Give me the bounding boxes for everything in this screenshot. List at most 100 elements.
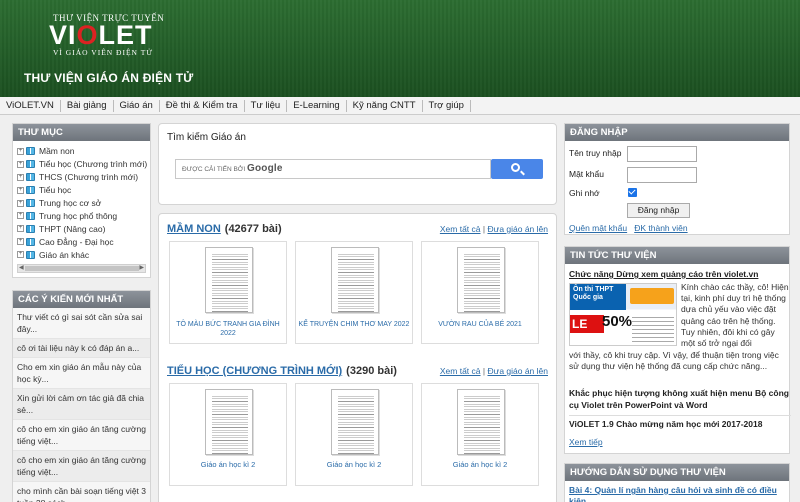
expand-icon[interactable]: +: [17, 212, 24, 220]
book-icon: [26, 211, 35, 220]
tree-item[interactable]: + Trung học phổ thông: [17, 209, 150, 222]
document-thumbnail: [205, 389, 253, 455]
username-input[interactable]: [627, 146, 697, 162]
lesson-card-title[interactable]: VƯỜN RAU CỦA BÉ 2021: [424, 320, 536, 329]
category-header: TIỂU HỌC (CHƯƠNG TRÌNH MỚI) (3290 bài): [167, 365, 397, 377]
forgot-password-link[interactable]: Quên mật khẩu: [569, 223, 627, 233]
view-all-link[interactable]: Xem tất cả: [440, 366, 481, 376]
expand-icon[interactable]: +: [17, 238, 24, 246]
login-title: ĐĂNG NHẬP: [565, 124, 789, 141]
category-title[interactable]: MẦM NON: [167, 223, 221, 235]
expand-icon[interactable]: +: [17, 173, 24, 181]
tree-item[interactable]: + Tiểu học (Chương trình mới): [17, 158, 150, 171]
nav-item-exams[interactable]: Đề thi & Kiểm tra: [160, 99, 245, 112]
lesson-card[interactable]: TÔ MÀU BỨC TRANH GIA ĐÌNH 2022: [169, 241, 287, 344]
horizontal-scrollbar[interactable]: ◀ ▶: [17, 264, 146, 274]
scroll-left-icon[interactable]: ◀: [19, 264, 24, 271]
search-title: Tìm kiếm Giáo án: [167, 132, 246, 143]
nav-item-violet[interactable]: ViOLET.VN: [6, 99, 61, 112]
guide-title: HƯỚNG DẪN SỬ DỤNG THƯ VIỆN: [565, 464, 789, 481]
lesson-card-title[interactable]: Giáo án học kì 2: [172, 460, 284, 469]
upload-link[interactable]: Đưa giáo án lên: [487, 366, 548, 376]
expand-icon[interactable]: +: [17, 147, 24, 155]
book-icon: [26, 250, 35, 259]
category-header: MẦM NON (42677 bài): [167, 223, 282, 235]
tree-item[interactable]: + Trung học cơ sở: [17, 197, 150, 210]
news-image-percent: 50%: [602, 313, 633, 330]
book-icon: [26, 237, 35, 246]
site-header: THƯ VIỆN TRỰC TUYẾN VIOLET VÌ GIÁO VIÊN …: [0, 0, 800, 97]
nav-item-materials[interactable]: Tư liệu: [245, 99, 288, 112]
news-body: Kính chào các thầy, cô! Hiện tại, kinh p…: [681, 282, 789, 349]
comments-title: CÁC Ý KIẾN MỚI NHẤT: [13, 291, 150, 308]
comment-item[interactable]: Thư viết có gì sai sót cần sửa sai đây..…: [13, 308, 150, 339]
tree-item[interactable]: + THCS (Chương trình mới): [17, 171, 150, 184]
register-link[interactable]: ĐK thành viên: [634, 223, 687, 233]
main-nav: ViOLET.VN Bài giảng Giáo án Đề thi & Kiể…: [0, 97, 800, 115]
category-count: (42677 bài): [224, 223, 282, 235]
scrollbar-thumb[interactable]: [25, 266, 139, 272]
scroll-right-icon[interactable]: ▶: [139, 264, 144, 271]
book-icon: [26, 147, 35, 156]
tree-item[interactable]: + Mầm non: [17, 145, 150, 158]
guide-item[interactable]: Bài 4: Quản lí ngân hàng câu hỏi và sinh…: [569, 485, 789, 502]
expand-icon[interactable]: +: [17, 251, 24, 259]
guide-panel: HƯỚNG DẪN SỬ DỤNG THƯ VIỆN Bài 4: Quản l…: [564, 463, 790, 502]
lesson-card[interactable]: KỂ TRUYỆN CHIM THƠ MAY 2022: [295, 241, 413, 344]
expand-icon[interactable]: +: [17, 160, 24, 168]
nav-item-elearning[interactable]: E-Learning: [287, 99, 347, 112]
tree-item[interactable]: + Giáo án khác: [17, 248, 150, 261]
expand-icon[interactable]: +: [17, 186, 24, 194]
remember-label: Ghi nhớ: [569, 188, 600, 198]
news-item[interactable]: ViOLET 1.9 Chào mừng năm học mới 2017-20…: [569, 419, 791, 431]
lesson-card-title[interactable]: Giáo án học kì 2: [298, 460, 410, 469]
lesson-card[interactable]: Giáo án học kì 2: [421, 383, 539, 486]
news-image[interactable]: Ôn thi THPT Quốc gia LE 50%: [569, 283, 677, 346]
lesson-card[interactable]: Giáo án học kì 2: [295, 383, 413, 486]
password-label: Mật khẩu: [569, 169, 604, 179]
book-icon: [26, 173, 35, 182]
comment-item[interactable]: cô ơi tài liệu này k có đáp án a...: [13, 339, 150, 358]
expand-icon[interactable]: +: [17, 225, 24, 233]
thumbnail-row: TÔ MÀU BỨC TRANH GIA ĐÌNH 2022 KỂ TRUYỆN…: [169, 241, 539, 344]
more-news-link[interactable]: Xem tiếp: [569, 437, 603, 447]
lesson-card-title[interactable]: Giáo án học kì 2: [424, 460, 536, 469]
news-title: TIN TỨC THƯ VIỆN: [565, 247, 789, 264]
document-thumbnail: [457, 247, 505, 313]
nav-item-it-skills[interactable]: Kỹ năng CNTT: [347, 99, 423, 112]
search-input[interactable]: ĐƯỢC CẢI TIẾN BỞI Google: [175, 159, 491, 179]
remember-checkbox[interactable]: [628, 188, 637, 197]
news-body-continued: với thầy, cô khi truy cập. Vì vậy, để th…: [569, 350, 779, 372]
lesson-card[interactable]: Giáo án học kì 2: [169, 383, 287, 486]
upload-link[interactable]: Đưa giáo án lên: [487, 224, 548, 234]
lesson-card-title[interactable]: KỂ TRUYỆN CHIM THƠ MAY 2022: [298, 320, 410, 329]
nav-item-lectures[interactable]: Bài giảng: [61, 99, 114, 112]
nav-item-help[interactable]: Trợ giúp: [423, 99, 471, 112]
password-input[interactable]: [627, 167, 697, 183]
login-button[interactable]: Đăng nhập: [627, 203, 690, 218]
comment-item[interactable]: Cho em xin giáo án mẫu này của học kỳ...: [13, 358, 150, 389]
search-button[interactable]: [491, 159, 543, 179]
comment-item[interactable]: cô cho em xin giáo án tăng cường tiếng v…: [13, 420, 150, 451]
username-label: Tên truy nhập: [569, 148, 622, 158]
expand-icon[interactable]: +: [17, 199, 24, 207]
comment-item[interactable]: Xin gửi lời cảm ơn tác giả đã chia sẻ...: [13, 389, 150, 420]
logo-brand: VIOLET: [49, 20, 153, 50]
category-title[interactable]: TIỂU HỌC (CHƯƠNG TRÌNH MỚI): [167, 365, 342, 377]
news-item[interactable]: Khắc phục hiện tượng không xuất hiện men…: [569, 388, 791, 411]
comment-item[interactable]: cô cho em xin giáo án tăng cường tiếng v…: [13, 451, 150, 482]
news-divider: [569, 415, 791, 416]
document-thumbnail: [331, 389, 379, 455]
lesson-card[interactable]: VƯỜN RAU CỦA BÉ 2021: [421, 241, 539, 344]
view-all-link[interactable]: Xem tất cả: [440, 224, 481, 234]
tree-item[interactable]: + THPT (Nâng cao): [17, 222, 150, 235]
tree-item[interactable]: + Cao Đẳng - Đại học: [17, 235, 150, 248]
site-title: THƯ VIỆN GIÁO ÁN ĐIỆN TỬ: [24, 71, 194, 85]
lesson-card-title[interactable]: TÔ MÀU BỨC TRANH GIA ĐÌNH 2022: [172, 320, 284, 338]
directory-title: THƯ MỤC: [13, 124, 150, 141]
tree-item[interactable]: + Tiểu học: [17, 184, 150, 197]
news-panel: TIN TỨC THƯ VIỆN Chức năng Dừng xem quản…: [564, 246, 791, 454]
news-headline[interactable]: Chức năng Dừng xem quảng cáo trên violet…: [569, 269, 758, 279]
comment-item[interactable]: cho mình cần bài soạn tiếng việt 3 tuần …: [13, 482, 150, 502]
nav-item-lesson-plans[interactable]: Giáo án: [114, 99, 160, 112]
